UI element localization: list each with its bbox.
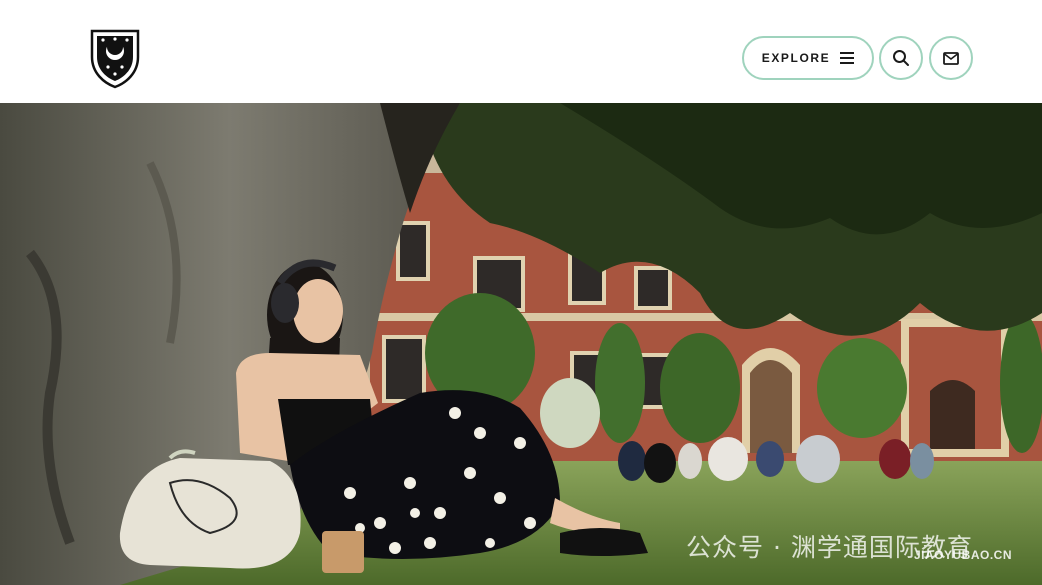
watermark-site: JIAOYUBAO.CN <box>914 548 1013 562</box>
hero-image <box>0 103 1042 585</box>
search-button[interactable] <box>879 36 923 80</box>
explore-label: EXPLORE <box>761 51 831 65</box>
contact-mail-button[interactable] <box>929 36 973 80</box>
search-icon <box>893 50 909 66</box>
explore-menu-button[interactable]: EXPLORE <box>742 36 874 80</box>
site-header: EXPLORE <box>0 0 1042 103</box>
student-reading-under-tree-photo <box>0 103 1042 585</box>
mail-icon <box>943 51 959 65</box>
crest-icon <box>90 29 140 89</box>
menu-hamburger-icon <box>840 52 855 64</box>
college-crest-logo[interactable] <box>88 27 142 89</box>
